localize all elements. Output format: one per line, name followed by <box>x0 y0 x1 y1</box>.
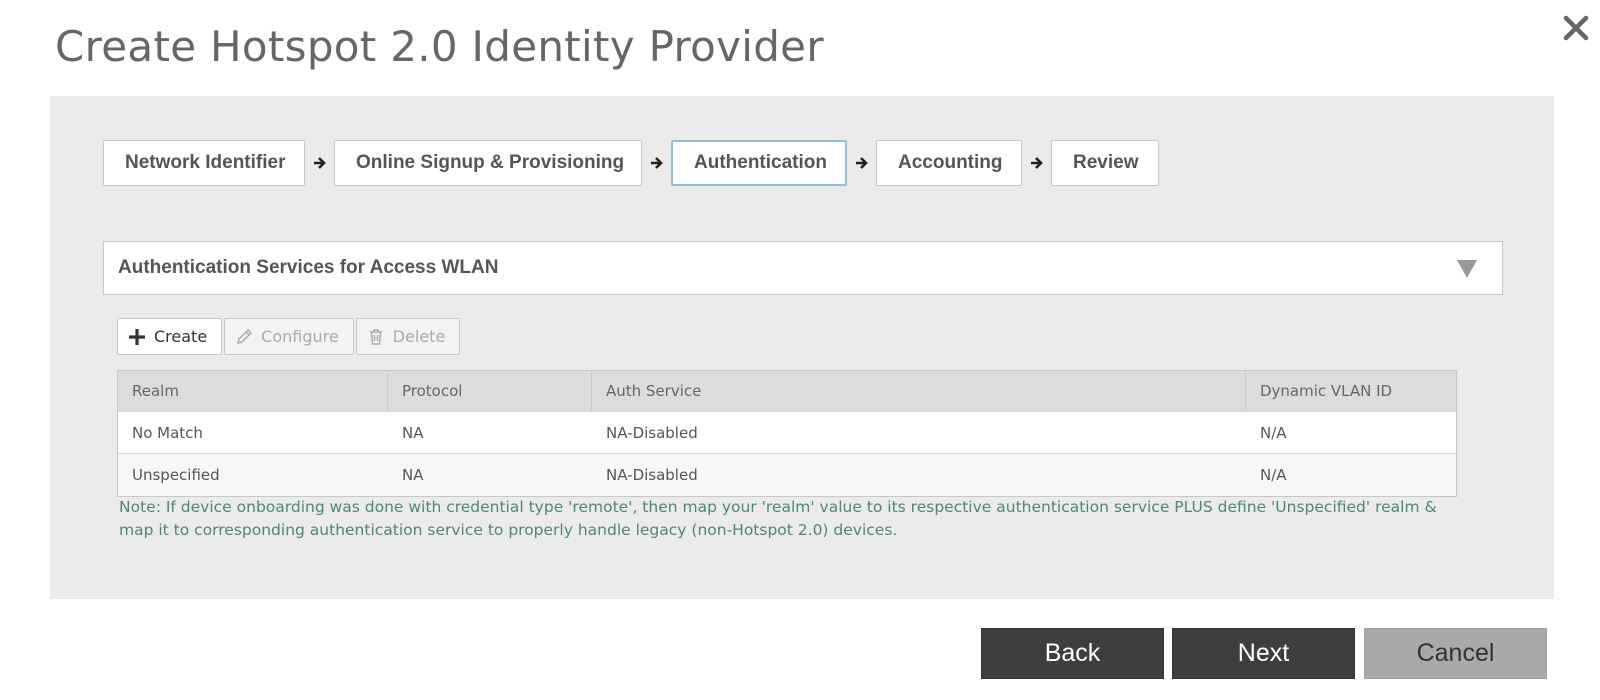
arrow-right-icon <box>642 140 671 186</box>
configure-button[interactable]: Configure <box>224 318 354 355</box>
step-review[interactable]: Review <box>1051 140 1159 186</box>
delete-label: Delete <box>392 327 446 346</box>
pencil-icon <box>235 328 253 346</box>
table-cell: NA <box>402 423 424 442</box>
table-cell: N/A <box>1260 466 1287 484</box>
realm-table: Realm Protocol Auth Service Dynamic VLAN… <box>117 370 1457 497</box>
auth-services-section-header[interactable]: Authentication Services for Access WLAN <box>103 241 1503 295</box>
section-title: Authentication Services for Access WLAN <box>118 257 499 278</box>
caret-down-icon <box>1456 259 1478 283</box>
column-header[interactable]: Realm <box>118 371 388 411</box>
close-icon <box>1563 15 1589 41</box>
delete-button[interactable]: Delete <box>355 318 461 355</box>
arrow-right-icon <box>305 140 334 186</box>
table-cell: No Match <box>132 423 203 442</box>
wizard-panel: Network Identifier Online Signup & Provi… <box>50 96 1554 599</box>
grid-toolbar: Create Configure Delete <box>117 318 462 355</box>
step-network-identifier[interactable]: Network Identifier <box>103 140 305 186</box>
close-button[interactable] <box>1560 12 1592 44</box>
realm-note: Note: If device onboarding was done with… <box>119 498 1437 539</box>
step-accounting[interactable]: Accounting <box>876 140 1022 186</box>
column-header[interactable]: Protocol <box>388 371 592 411</box>
column-header[interactable]: Dynamic VLAN ID <box>1246 371 1456 411</box>
create-button[interactable]: Create <box>117 318 223 355</box>
trash-icon <box>367 328 385 346</box>
step-online-signup[interactable]: Online Signup & Provisioning <box>334 140 642 186</box>
table-cell: Unspecified <box>132 466 220 484</box>
arrow-right-icon <box>1022 140 1051 186</box>
dialog-title: Create Hotspot 2.0 Identity Provider <box>55 22 824 71</box>
table-cell: NA <box>402 466 424 484</box>
wizard-steps: Network Identifier Online Signup & Provi… <box>103 140 1159 186</box>
plus-icon <box>128 328 146 346</box>
step-authentication[interactable]: Authentication <box>671 140 847 186</box>
table-header: Realm Protocol Auth Service Dynamic VLAN… <box>118 371 1456 412</box>
table-row[interactable]: No Match NA NA-Disabled N/A <box>118 412 1456 454</box>
table-cell: N/A <box>1260 423 1287 442</box>
table-cell: NA-Disabled <box>606 466 698 484</box>
back-button[interactable]: Back <box>981 628 1164 679</box>
column-header[interactable]: Auth Service <box>592 371 1246 411</box>
table-cell: NA-Disabled <box>606 423 698 442</box>
table-row[interactable]: Unspecified NA NA-Disabled N/A <box>118 454 1456 496</box>
create-label: Create <box>154 327 208 346</box>
configure-label: Configure <box>261 327 339 346</box>
cancel-button[interactable]: Cancel <box>1364 628 1547 679</box>
arrow-right-icon <box>847 140 876 186</box>
next-button[interactable]: Next <box>1172 628 1355 679</box>
